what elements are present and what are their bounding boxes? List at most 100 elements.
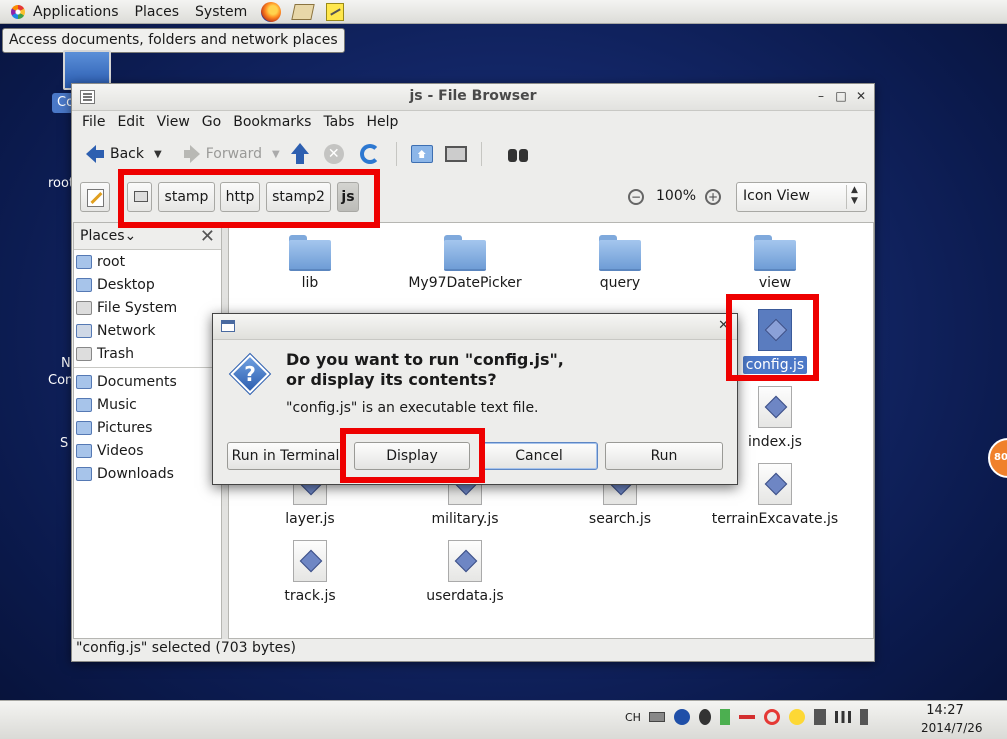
breadcrumb-stamp2[interactable]: stamp2 <box>266 182 331 212</box>
script-file-icon <box>758 463 792 505</box>
menu-edit[interactable]: Edit <box>111 114 150 130</box>
view-mode-select[interactable]: Icon View ▲ ▼ <box>736 182 867 212</box>
forward-history-chevron-icon[interactable]: ▼ <box>272 149 280 160</box>
system-menu[interactable]: System <box>187 0 255 24</box>
bottom-panel: CH 14:27 2014/7/26 <box>0 700 1007 739</box>
file-item-label: terrainExcavate.js <box>711 511 839 527</box>
up-arrow-icon[interactable] <box>290 143 310 165</box>
back-history-chevron-icon[interactable]: ▼ <box>154 149 162 160</box>
sidebar-item-music[interactable]: Music <box>74 393 221 416</box>
file-item-view[interactable]: view <box>700 235 850 291</box>
toggle-location-entry-icon[interactable] <box>80 182 110 212</box>
home-folder-icon <box>76 254 92 269</box>
breadcrumb-js[interactable]: js <box>337 182 359 212</box>
top-panel: Applications Places System <box>0 0 1007 24</box>
window-titlebar[interactable]: js - File Browser – □ ✕ <box>72 84 874 111</box>
file-item-label: index.js <box>748 434 802 450</box>
file-item-userdata-js[interactable]: userdata.js <box>390 540 540 604</box>
breadcrumb-http[interactable]: http <box>220 182 260 212</box>
file-item-lib[interactable]: lib <box>235 235 385 291</box>
firefox-icon[interactable] <box>259 1 283 23</box>
status-bar: "config.js" selected (703 bytes) <box>76 640 297 656</box>
close-sidebar-icon[interactable]: ✕ <box>200 226 215 247</box>
sidebar-item-pictures[interactable]: Pictures <box>74 416 221 439</box>
dialog-window-icon <box>221 320 235 332</box>
breadcrumb-stamp[interactable]: stamp <box>158 182 215 212</box>
places-sidebar: Places⌄ ✕ root Desktop File System Netwo… <box>73 222 222 639</box>
sidebar-item-label: Trash <box>97 345 134 362</box>
menu-help[interactable]: Help <box>360 114 404 130</box>
clock-time[interactable]: 14:27 <box>925 703 965 718</box>
sidebar-item-trash[interactable]: Trash <box>74 342 221 365</box>
keyboard-icon[interactable] <box>648 712 665 722</box>
menu-view[interactable]: View <box>151 114 196 130</box>
display-button[interactable]: Display <box>354 442 470 470</box>
close-window-button[interactable]: ✕ <box>854 89 868 103</box>
input-language[interactable]: CH <box>625 711 641 724</box>
run-in-terminal-button[interactable]: Run in Terminal <box>227 442 344 470</box>
security-icon[interactable] <box>763 709 780 725</box>
breadcrumb-root-drive[interactable] <box>127 182 152 212</box>
power-icon[interactable] <box>698 709 711 725</box>
menu-bookmarks[interactable]: Bookmarks <box>227 114 317 130</box>
stop-icon[interactable]: ✕ <box>323 144 344 164</box>
sidebar-item-root[interactable]: root <box>74 250 221 273</box>
file-item-query[interactable]: query <box>545 235 695 291</box>
sidebar-item-videos[interactable]: Videos <box>74 439 221 462</box>
help-icon[interactable] <box>673 709 690 725</box>
applications-menu[interactable]: Applications <box>0 0 127 24</box>
menu-tabs[interactable]: Tabs <box>317 114 360 130</box>
maximize-button[interactable]: □ <box>834 89 848 103</box>
reload-icon[interactable] <box>359 144 380 164</box>
computer-icon[interactable] <box>444 146 467 162</box>
cancel-button[interactable]: Cancel <box>480 442 598 470</box>
dialog-question-line1: Do you want to run "config.js", <box>286 350 564 369</box>
location-bar: stamp http stamp2 js − 100% + Icon View … <box>72 176 874 216</box>
clock-date[interactable]: 2014/7/26 <box>921 721 983 735</box>
notes-icon[interactable] <box>323 1 347 23</box>
folder-icon <box>76 443 92 458</box>
sidebar-item-label: Desktop <box>97 276 155 293</box>
menu-go[interactable]: Go <box>196 114 227 130</box>
sidebar-item-downloads[interactable]: Downloads <box>74 462 221 485</box>
clipboard-icon[interactable] <box>813 709 826 725</box>
minus-icon[interactable] <box>738 715 755 719</box>
file-item-label: query <box>599 275 641 291</box>
sidebar-item-label: File System <box>97 299 178 316</box>
file-item-my97datepicker[interactable]: My97DatePicker <box>390 235 540 291</box>
file-item-label: track.js <box>284 588 336 604</box>
desktop-label-computer[interactable]: Con <box>48 373 73 388</box>
places-menu[interactable]: Places <box>127 0 188 24</box>
desktop-label-network[interactable]: N <box>61 356 71 371</box>
forward-button[interactable]: Forward ▼ <box>180 139 284 169</box>
zoom-in-icon[interactable]: + <box>705 189 721 205</box>
sidebar-item-documents[interactable]: Documents <box>74 370 221 393</box>
dialog-close-icon[interactable]: ✕ <box>718 318 729 333</box>
floating-badge[interactable]: 80 <box>988 438 1007 478</box>
sidebar-item-label: Videos <box>97 442 144 459</box>
desktop-label-s[interactable]: S <box>60 436 68 451</box>
sidebar-item-network[interactable]: Network <box>74 319 221 342</box>
menu-file[interactable]: File <box>76 114 111 130</box>
drive-icon <box>76 300 92 315</box>
battery-icon[interactable] <box>719 709 730 725</box>
run-button[interactable]: Run <box>605 442 723 470</box>
zoom-out-icon[interactable]: − <box>628 189 644 205</box>
dialog-titlebar[interactable]: ✕ <box>213 314 737 340</box>
minimize-button[interactable]: – <box>814 89 828 103</box>
toolbar: Back ▼ Forward ▼ ✕ <box>72 136 874 172</box>
mail-icon[interactable] <box>291 1 315 23</box>
search-binoculars-icon[interactable] <box>506 145 530 163</box>
sidebar-item-label: Documents <box>97 373 177 390</box>
home-icon[interactable] <box>410 145 433 163</box>
signal-icon[interactable] <box>834 711 851 723</box>
volume-icon[interactable] <box>859 709 874 725</box>
folder-icon <box>76 397 92 412</box>
places-header[interactable]: Places⌄ ✕ <box>74 223 221 250</box>
back-button[interactable]: Back ▼ <box>82 139 166 169</box>
folder-icon <box>76 466 92 481</box>
add-icon[interactable] <box>788 709 805 725</box>
file-item-track-js[interactable]: track.js <box>235 540 385 604</box>
sidebar-item-file-system[interactable]: File System <box>74 296 221 319</box>
sidebar-item-desktop[interactable]: Desktop <box>74 273 221 296</box>
